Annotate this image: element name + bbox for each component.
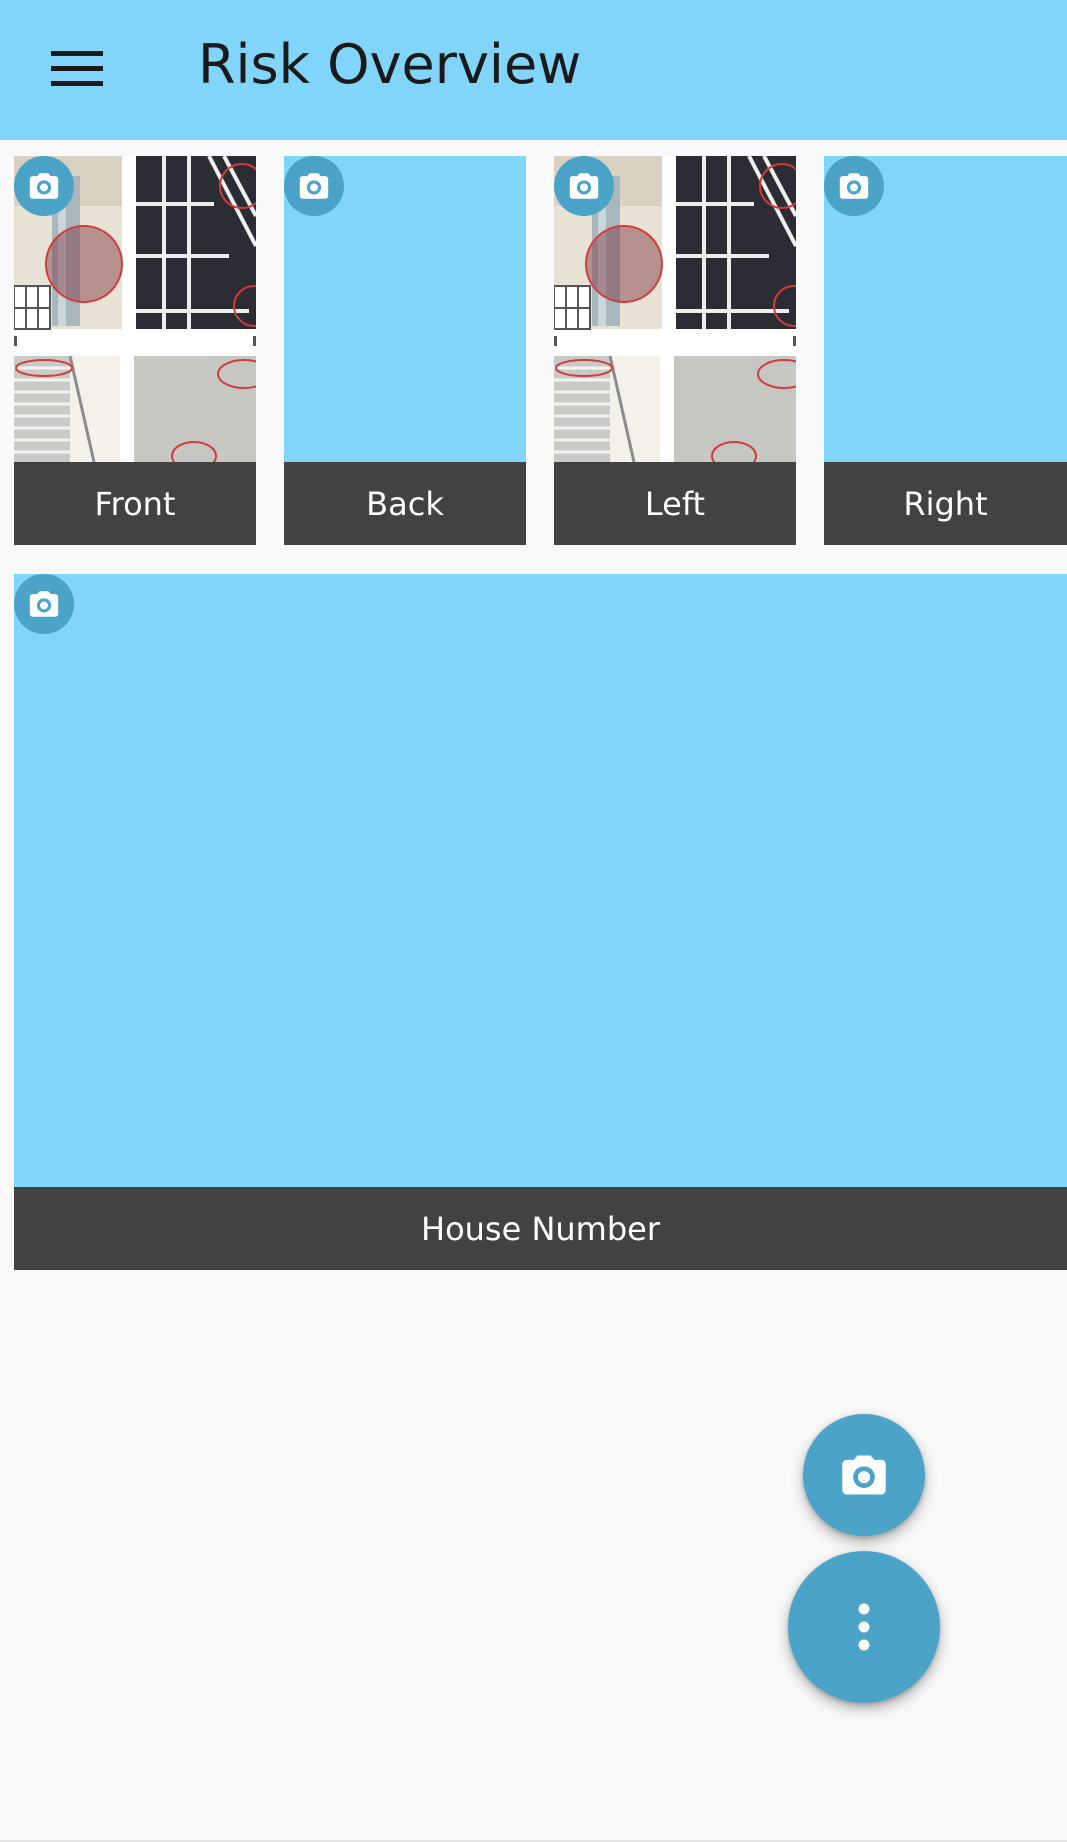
photo-tile-house-number[interactable]: House Number — [14, 574, 1067, 1270]
tile-caption: Left — [554, 462, 796, 545]
camera-icon[interactable] — [824, 156, 884, 216]
tile-caption: Back — [284, 462, 526, 545]
camera-fab-button[interactable] — [803, 1414, 925, 1536]
photo-tile-front[interactable]: Front — [14, 156, 256, 545]
camera-icon[interactable] — [14, 574, 74, 634]
more-vertical-icon — [858, 1603, 870, 1651]
photo-tile-left[interactable]: Left — [554, 156, 796, 545]
tile-caption: House Number — [14, 1187, 1067, 1270]
hamburger-menu-icon — [51, 51, 103, 86]
camera-icon — [838, 1449, 890, 1501]
camera-icon[interactable] — [554, 156, 614, 216]
camera-icon[interactable] — [14, 156, 74, 216]
menu-button[interactable] — [36, 28, 118, 110]
tile-caption: Right — [824, 462, 1067, 545]
tile-photo-placeholder — [14, 574, 1067, 1187]
app-bar: Risk Overview — [0, 0, 1067, 140]
camera-icon[interactable] — [284, 156, 344, 216]
photo-tile-back[interactable]: Back — [284, 156, 526, 545]
more-options-fab-button[interactable] — [788, 1551, 940, 1703]
photo-tile-right[interactable]: Right — [824, 156, 1067, 545]
page-title: Risk Overview — [198, 33, 582, 96]
tile-caption: Front — [14, 462, 256, 545]
app-screen: Risk Overview Front Back Left Right Hous… — [0, 0, 1067, 1842]
